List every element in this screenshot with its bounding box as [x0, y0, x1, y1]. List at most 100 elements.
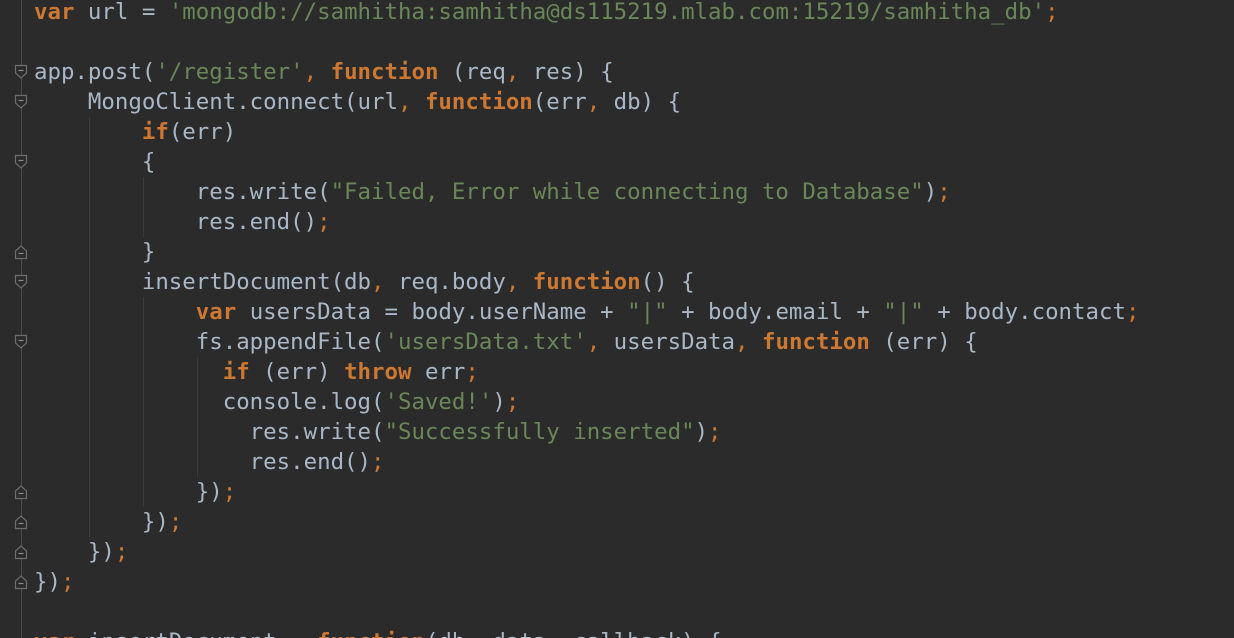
- code-token: db) {: [600, 89, 682, 115]
- code-line[interactable]: });: [34, 477, 236, 507]
- code-token: fs.appendFile(: [34, 329, 385, 355]
- code-token: callback) {: [560, 629, 721, 638]
- code-token: function: [330, 59, 439, 85]
- code-token: ;: [60, 569, 75, 595]
- code-token: usersData: [600, 329, 736, 355]
- code-token: res.end(): [34, 209, 318, 235]
- code-token: function: [761, 329, 870, 355]
- indent-guide: [142, 297, 144, 507]
- code-token: "Successfully inserted": [384, 419, 695, 445]
- code-token: (db: [425, 629, 465, 638]
- editor-gutter: [0, 0, 32, 638]
- code-token: }): [34, 479, 223, 505]
- code-token: function: [424, 89, 533, 115]
- code-token: ;: [937, 179, 951, 205]
- code-token: res.end(): [34, 449, 372, 475]
- code-token: ,: [735, 329, 762, 355]
- code-token: ;: [168, 509, 183, 535]
- code-token: ;: [222, 479, 237, 505]
- fold-close-icon[interactable]: [14, 544, 28, 560]
- code-token: res.write(: [34, 419, 385, 445]
- indent-guide: [88, 117, 90, 537]
- code-token: var: [34, 629, 74, 638]
- code-token: '/register': [155, 59, 304, 85]
- code-line[interactable]: if(err): [34, 117, 236, 147]
- code-token: usersData = body.userName +: [236, 299, 628, 325]
- code-line[interactable]: app.post('/register', function (req, res…: [34, 57, 614, 87]
- code-token: ;: [114, 539, 129, 565]
- code-line[interactable]: [34, 597, 47, 627]
- code-token: ,: [371, 269, 385, 295]
- code-token: (req: [438, 59, 506, 85]
- code-line[interactable]: console.log('Saved!');: [34, 387, 520, 417]
- code-line[interactable]: var insertDocument = function(db, data, …: [34, 627, 722, 638]
- code-token: + body.email +: [667, 299, 884, 325]
- code-line[interactable]: MongoClient.connect(url, function(err, d…: [34, 87, 681, 117]
- code-token: if: [141, 119, 169, 145]
- code-token: insertDocument(db: [34, 269, 372, 295]
- code-token: console.log(: [34, 389, 385, 415]
- fold-close-icon[interactable]: [14, 484, 28, 500]
- code-token: ,: [586, 89, 601, 115]
- code-token: if: [222, 359, 250, 385]
- fold-open-icon[interactable]: [14, 64, 28, 80]
- code-line[interactable]: res.end();: [34, 447, 385, 477]
- code-line[interactable]: fs.appendFile('usersData.txt', usersData…: [34, 327, 978, 357]
- code-token: ;: [1045, 0, 1059, 25]
- code-token: ,: [397, 89, 425, 115]
- code-line[interactable]: });: [34, 507, 182, 537]
- code-token: data: [479, 629, 546, 638]
- code-token: ;: [317, 209, 331, 235]
- code-token: ;: [708, 419, 722, 445]
- code-token: ,: [586, 329, 601, 355]
- code-line[interactable]: var usersData = body.userName + "|" + bo…: [34, 297, 1140, 327]
- code-line[interactable]: }: [34, 237, 156, 267]
- fold-open-icon[interactable]: [14, 274, 28, 290]
- code-token: + body.contact: [923, 299, 1126, 325]
- code-token: "|": [627, 299, 668, 325]
- code-token: ): [923, 179, 938, 205]
- code-token: (err: [532, 89, 587, 115]
- code-line[interactable]: [34, 27, 47, 57]
- code-line[interactable]: insertDocument(db, req.body, function() …: [34, 267, 695, 297]
- fold-close-icon[interactable]: [14, 514, 28, 530]
- code-token: ): [492, 389, 506, 415]
- fold-open-icon[interactable]: [14, 94, 28, 110]
- code-line[interactable]: if (err) throw err;: [34, 357, 479, 387]
- code-token: }): [34, 539, 115, 565]
- code-line[interactable]: {: [34, 147, 156, 177]
- code-token: "Failed, Error while connecting to Datab…: [330, 179, 924, 205]
- code-token: req.body: [384, 269, 506, 295]
- code-token: ;: [505, 389, 520, 415]
- code-line[interactable]: });: [34, 567, 74, 597]
- code-token: insertDocument =: [74, 629, 317, 638]
- code-token: throw: [344, 359, 412, 385]
- fold-open-icon[interactable]: [14, 154, 28, 170]
- code-token: ;: [465, 359, 479, 385]
- code-editor[interactable]: var url = 'mongodb://samhitha:samhitha@d…: [0, 0, 1234, 638]
- code-line[interactable]: var url = 'mongodb://samhitha:samhitha@d…: [34, 0, 1059, 27]
- code-token: }: [34, 239, 156, 265]
- fold-close-icon[interactable]: [14, 574, 28, 590]
- code-area[interactable]: var url = 'mongodb://samhitha:samhitha@d…: [34, 0, 1234, 638]
- code-token: app.post(: [34, 59, 156, 85]
- code-token: (err) {: [869, 329, 978, 355]
- code-token: MongoClient.connect(url: [34, 89, 398, 115]
- code-token: 'mongodb://samhitha:samhitha@ds115219.ml…: [168, 0, 1046, 25]
- indent-guide: [196, 357, 198, 477]
- code-token: res.write(: [34, 179, 331, 205]
- code-token: err: [411, 359, 466, 385]
- code-token: ): [694, 419, 709, 445]
- code-token: function: [317, 629, 425, 638]
- code-token: 'usersData.txt': [384, 329, 587, 355]
- code-line[interactable]: res.end();: [34, 207, 331, 237]
- code-line[interactable]: res.write("Failed, Error while connectin…: [34, 177, 951, 207]
- code-line[interactable]: res.write("Successfully inserted");: [34, 417, 722, 447]
- code-token: 'Saved!': [384, 389, 493, 415]
- code-token: "|": [883, 299, 924, 325]
- code-line[interactable]: });: [34, 537, 128, 567]
- fold-open-icon[interactable]: [14, 334, 28, 350]
- fold-close-icon[interactable]: [14, 244, 28, 260]
- code-token: url =: [74, 0, 169, 25]
